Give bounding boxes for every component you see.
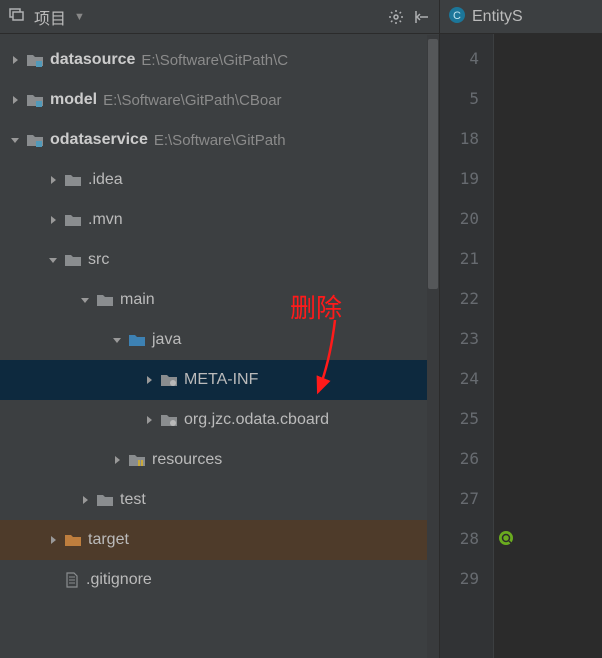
module-icon [26,52,44,68]
tree-item--gitignore[interactable]: .gitignore [0,560,439,600]
line-number: 4 [440,38,493,78]
line-number: 28 [440,518,493,558]
gutter-marker-icon[interactable] [497,529,515,547]
line-number: 29 [440,558,493,598]
tree-label: org.jzc.odata.cboard [184,411,329,429]
line-number: 25 [440,398,493,438]
line-number: 24 [440,358,493,398]
gear-icon[interactable] [387,8,405,26]
tree-label: META-INF [184,371,258,389]
module-icon [26,92,44,108]
collapse-icon[interactable] [413,8,431,26]
tree-label: .gitignore [86,571,152,589]
project-icon [8,6,26,27]
tree-label: src [88,251,109,269]
tree-label: .mvn [88,211,123,229]
tree-path: E:\Software\GitPath [154,132,286,149]
expand-arrow-icon[interactable] [8,53,22,67]
editor-content[interactable] [494,34,602,658]
expand-arrow-icon[interactable] [46,533,60,547]
file-icon [64,572,80,588]
java-src-icon [128,332,146,348]
gray-icon [64,212,82,228]
class-icon: C [448,6,466,27]
project-title[interactable]: 项目 [34,5,66,29]
line-gutter: 45181920212223242526272829 [440,34,494,658]
tree-item-main[interactable]: main [0,280,439,320]
expand-arrow-icon[interactable] [78,293,92,307]
dropdown-icon[interactable]: ▼ [74,11,85,23]
tree-item-model[interactable]: model E:\Software\GitPath\CBoar [0,80,439,120]
tree-label: .idea [88,171,123,189]
expand-arrow-icon[interactable] [46,173,60,187]
blue-icon [96,492,114,508]
tree-item-target[interactable]: target [0,520,439,560]
tree-label: test [120,491,146,509]
expand-arrow-icon[interactable] [110,333,124,347]
tree-item--idea[interactable]: .idea [0,160,439,200]
line-number: 26 [440,438,493,478]
project-toolbar: 项目 ▼ [0,0,439,34]
blue-icon [96,292,114,308]
gray-icon [64,172,82,188]
resources-icon [128,452,146,468]
line-number: 20 [440,198,493,238]
tree-item-resources[interactable]: resources [0,440,439,480]
expand-arrow-icon[interactable] [8,133,22,147]
expand-arrow-icon[interactable] [46,213,60,227]
scrollbar[interactable] [427,35,439,658]
module-icon [26,132,44,148]
package-icon [160,412,178,428]
editor-body: 45181920212223242526272829 [440,34,602,658]
tree-label: odataservice [50,131,148,149]
tree-item-odataservice[interactable]: odataservice E:\Software\GitPath [0,120,439,160]
expand-arrow-icon[interactable] [8,93,22,107]
blue-icon [64,252,82,268]
project-tool-window: 项目 ▼ datasource E:\Software\GitPath\C mode… [0,0,440,658]
tree-label: target [88,531,129,549]
tree-label: main [120,291,155,309]
tree-item-test[interactable]: test [0,480,439,520]
tree-item-src[interactable]: src [0,240,439,280]
tree-label: java [152,331,181,349]
tree-label: resources [152,451,222,469]
line-number: 5 [440,78,493,118]
editor-tab-label[interactable]: EntityS [472,8,523,26]
expand-arrow-icon[interactable] [78,493,92,507]
tree-item-org-jzc-odata-cboard[interactable]: org.jzc.odata.cboard [0,400,439,440]
line-number: 18 [440,118,493,158]
project-tree[interactable]: datasource E:\Software\GitPath\C model E:\S… [0,34,439,658]
line-number: 23 [440,318,493,358]
line-number: 27 [440,478,493,518]
tree-item-java[interactable]: java [0,320,439,360]
tree-label: model [50,91,97,109]
editor-panel: C EntityS 45181920212223242526272829 [440,0,602,658]
svg-text:C: C [453,10,461,22]
tree-path: E:\Software\GitPath\C [141,52,288,69]
line-number: 19 [440,158,493,198]
editor-tabs: C EntityS [440,0,602,34]
orange-icon [64,532,82,548]
expand-arrow-icon[interactable] [142,413,156,427]
expand-arrow-icon [46,573,60,587]
tree-path: E:\Software\GitPath\CBoar [103,92,281,109]
expand-arrow-icon[interactable] [142,373,156,387]
package-icon [160,372,178,388]
expand-arrow-icon[interactable] [46,253,60,267]
line-number: 21 [440,238,493,278]
tree-item-datasource[interactable]: datasource E:\Software\GitPath\C [0,40,439,80]
tree-item--mvn[interactable]: .mvn [0,200,439,240]
tree-label: datasource [50,51,135,69]
expand-arrow-icon[interactable] [110,453,124,467]
line-number: 22 [440,278,493,318]
tree-item-meta-inf[interactable]: META-INF [0,360,439,400]
